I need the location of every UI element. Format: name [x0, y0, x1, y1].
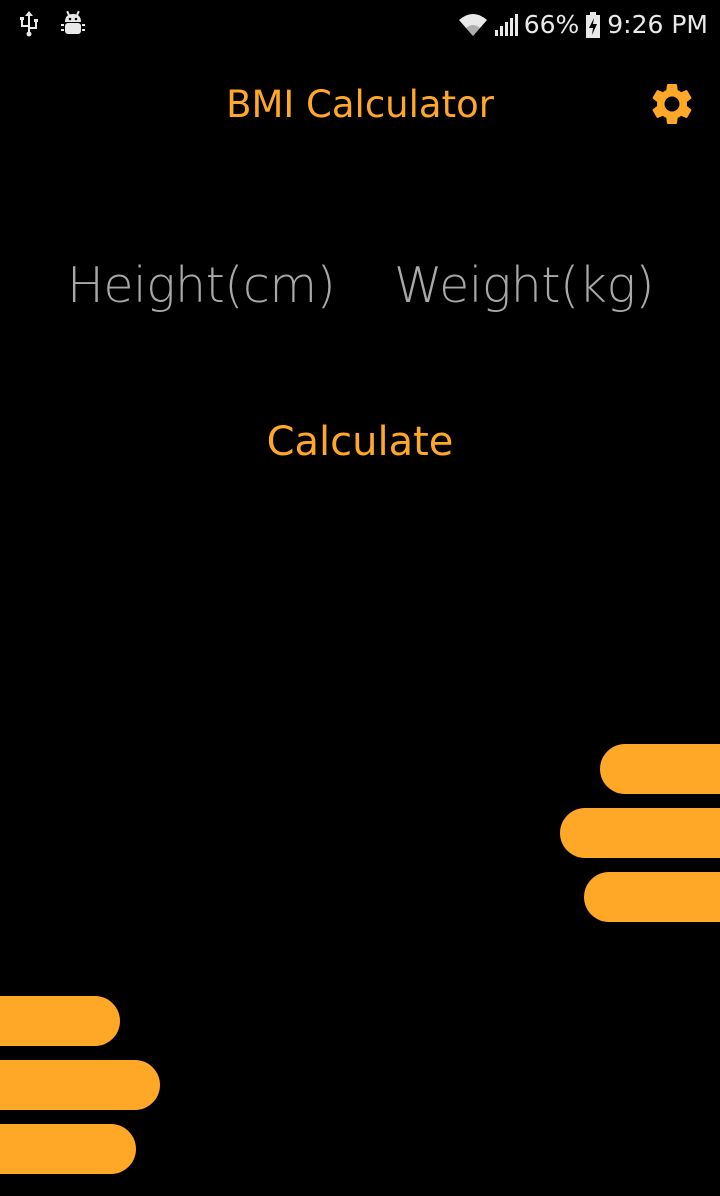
wifi-icon — [458, 12, 488, 38]
weight-input[interactable] — [394, 248, 674, 322]
decorative-stripe — [0, 996, 120, 1046]
calculate-button[interactable]: Calculate — [210, 408, 510, 476]
gear-icon — [647, 79, 697, 134]
decorative-stripe — [584, 872, 720, 922]
signal-icon — [494, 12, 518, 38]
settings-button[interactable] — [644, 78, 700, 134]
battery-percent: 66% — [523, 10, 580, 39]
status-bar-right: 66% 9:26 PM — [458, 8, 708, 42]
status-bar: 66% 9:26 PM — [0, 0, 720, 50]
decorative-stripe — [560, 808, 720, 858]
usb-icon — [18, 10, 44, 38]
decorative-stripe — [0, 1060, 160, 1110]
android-debug-icon — [60, 10, 86, 38]
battery-charging-icon — [585, 11, 601, 39]
decorative-stripe — [0, 1124, 136, 1174]
app-title: BMI Calculator — [226, 83, 494, 126]
decorative-stripe — [600, 744, 720, 794]
clock: 9:26 PM — [607, 10, 708, 39]
height-input[interactable] — [67, 248, 337, 322]
